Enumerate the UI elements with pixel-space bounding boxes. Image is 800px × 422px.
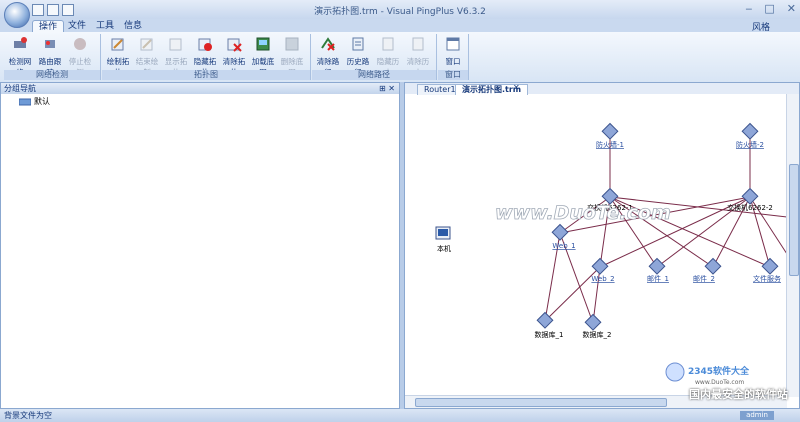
history-path-icon [352, 37, 364, 51]
topology-node-db-2[interactable]: 数据库_2 [583, 313, 612, 339]
topology-canvas[interactable]: 防火墙-1 防火墙-2 交换机6262-1 交换机6262-2 Web_1 We… [405, 94, 787, 397]
tree-item-default[interactable]: 默认 [1, 94, 399, 107]
close-button[interactable]: ✕ [787, 2, 796, 15]
load-basemap-icon [256, 37, 270, 51]
watermark-brand: 2345软件大全 [688, 365, 750, 377]
topology-node-mail-1[interactable]: 邮件_1 [647, 257, 669, 283]
node-label: 数据库_2 [583, 330, 612, 339]
new-file-icon[interactable] [32, 4, 44, 16]
node-label: 邮件_2 [693, 274, 715, 283]
node-label: 邮件_1 [647, 274, 669, 283]
group-network-detect: 检测网络 路由跟踪 停止检测 网络检测 [4, 34, 101, 80]
group-label-window: 窗口 [438, 70, 468, 80]
watermark-slogan: 国内最安全的软件站 [689, 388, 788, 401]
topology-node-firewall-2[interactable]: 防火墙-2 [736, 122, 764, 149]
save-icon[interactable] [62, 4, 74, 16]
title-bar: 演示拓扑图.trm - Visual PingPlus V6.3.2 ‒ □ ✕ [0, 0, 800, 19]
window-title: 演示拓扑图.trm - Visual PingPlus V6.3.2 [314, 7, 486, 17]
topology-panel: Router1 演示拓扑图.trm ✕ 防火墙-1 防火墙-2 交换机6262-… [404, 82, 800, 409]
network-detect-icon [14, 37, 27, 48]
show-topology-icon [169, 38, 182, 51]
topology-links [544, 132, 787, 324]
group-window: 窗口 窗口 [438, 34, 469, 80]
status-bar: 背景文件为空 admin [0, 409, 800, 422]
panel-pin-close-button[interactable]: ⊞ ✕ [379, 83, 395, 94]
stop-detect-icon [74, 38, 86, 50]
app-menu-button[interactable] [4, 2, 30, 28]
status-user-badge: admin [740, 411, 774, 420]
node-label: 防火墙-2 [736, 140, 764, 149]
topology-node-db-1[interactable]: 数据库_1 [535, 311, 564, 339]
tab-info[interactable]: 信息 [118, 20, 148, 32]
clear-path-icon [321, 37, 335, 51]
group-navigation-panel: 分组导航 ⊞ ✕ 默认 [0, 82, 400, 409]
node-label: 防火墙-1 [596, 140, 624, 149]
delete-basemap-icon [285, 37, 299, 51]
vertical-scrollbar[interactable] [786, 94, 799, 397]
doc-tab-close-icon[interactable]: ✕ [513, 83, 520, 92]
node-label: Web_2 [591, 275, 614, 283]
tree-item-label: 默认 [34, 97, 50, 106]
hide-history-icon [382, 37, 394, 51]
vertical-scroll-thumb[interactable] [789, 164, 799, 276]
draw-topology-icon [111, 38, 124, 51]
quick-access-toolbar [32, 4, 74, 16]
node-label: Web_1 [552, 242, 575, 250]
route-trace-icon [45, 40, 55, 48]
folder-group-icon [19, 98, 31, 105]
status-text: 背景文件为空 [4, 411, 52, 420]
topology-node-local-host[interactable]: 本机 [435, 226, 451, 253]
brand-logo-icon [665, 362, 685, 382]
group-network-path: 清除路径 历史路径 隐藏历史 清除历史 网络路径 [312, 34, 437, 80]
topology-node-mail-2[interactable]: 邮件_2 [693, 257, 722, 283]
clear-topology-icon [227, 38, 242, 52]
hide-topology-icon [198, 38, 212, 51]
window-icon [446, 37, 460, 51]
end-draw-icon [140, 38, 153, 51]
node-label: 本机 [437, 244, 451, 253]
node-label: 交换机6262-2 [727, 203, 773, 212]
panel-title: 分组导航 [4, 84, 36, 93]
open-folder-icon[interactable] [47, 4, 59, 16]
window-button[interactable]: 窗口 [439, 36, 467, 67]
window-label: 窗口 [445, 57, 461, 66]
group-label-network-detect: 网络检测 [4, 70, 100, 80]
node-label: 数据库_1 [535, 330, 564, 339]
topology-graph: 防火墙-1 防火墙-2 交换机6262-1 交换机6262-2 Web_1 We… [435, 122, 787, 386]
group-topology: 绘制拓扑 结束绘制 显示拓扑 隐藏拓扑 清除拓扑 加载底图 删除底图 拓扑图 [102, 34, 311, 80]
tab-file[interactable]: 文件 [62, 20, 92, 32]
horizontal-scroll-thumb[interactable] [415, 398, 667, 407]
watermark-corner: 2345软件大全 www.DuoTe.com [665, 362, 750, 386]
maximize-button[interactable]: □ [764, 2, 774, 15]
topology-node-firewall-1[interactable]: 防火墙-1 [596, 122, 624, 149]
topology-node-file-server[interactable]: 文件服务 [753, 257, 781, 283]
tab-tools[interactable]: 工具 [90, 20, 120, 32]
window-controls: ‒ □ ✕ [745, 2, 796, 15]
clear-history-icon [412, 37, 424, 51]
minimize-button[interactable]: ‒ [745, 2, 752, 15]
group-label-topology: 拓扑图 [102, 70, 310, 80]
group-label-network-path: 网络路径 [312, 70, 436, 80]
watermark-url: www.DuoTe.com [695, 379, 744, 386]
node-label: 文件服务 [753, 274, 781, 283]
watermark-center: www.DuoTe.com [495, 202, 671, 224]
panel-header: 分组导航 ⊞ ✕ [1, 83, 399, 94]
ribbon-tab-strip: 操作 文件 工具 信息 风格 [0, 19, 800, 33]
topology-node-web-1[interactable]: Web_1 [551, 223, 576, 250]
ribbon: 检测网络 路由跟踪 停止检测 网络检测 绘制拓扑 结束绘制 显示拓扑 隐藏拓扑 [0, 32, 800, 83]
document-tabs: Router1 演示拓扑图.trm ✕ [405, 83, 799, 95]
